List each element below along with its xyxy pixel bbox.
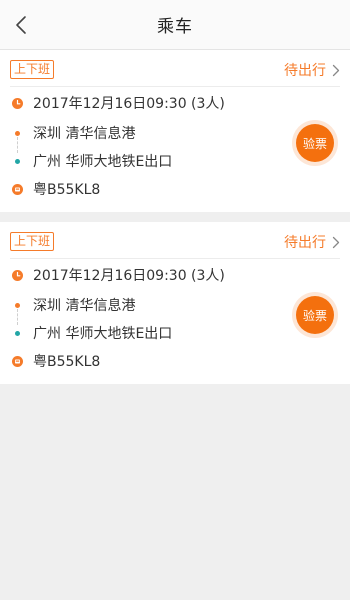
trip-type-tag: 上下班 xyxy=(10,60,55,79)
verify-ticket-button[interactable]: 验票 xyxy=(296,124,334,162)
chevron-right-icon xyxy=(332,64,340,76)
vehicle-plate-row: 粤B55KL8 xyxy=(12,351,100,371)
car-plate-icon xyxy=(12,355,23,367)
origin-row: 深圳 清华信息港 xyxy=(12,295,135,315)
license-plate: 粤B55KL8 xyxy=(33,354,101,370)
destination-location: 广州 华师大地铁E出口 xyxy=(33,154,173,170)
trip-type-tag: 上下班 xyxy=(10,232,55,251)
trip-status-link[interactable]: 待出行 xyxy=(284,232,340,252)
clock-icon xyxy=(12,269,23,281)
trip-card[interactable]: 上下班 待出行 2017年12月16日09:30 (3人) 深圳 清华信息港 广… xyxy=(0,50,350,212)
divider xyxy=(10,258,340,259)
trip-status-link[interactable]: 待出行 xyxy=(284,60,340,80)
trip-status-label: 待出行 xyxy=(284,235,326,251)
origin-dot-icon xyxy=(15,130,20,136)
departure-time-row: 2017年12月16日09:30 (3人) xyxy=(12,265,225,285)
departure-datetime: 2017年12月16日09:30 (3人) xyxy=(33,96,225,112)
verify-button-halo: 验票 xyxy=(292,292,338,338)
departure-time-row: 2017年12月16日09:30 (3人) xyxy=(12,93,225,113)
destination-row: 广州 华师大地铁E出口 xyxy=(12,151,172,171)
origin-dot-icon xyxy=(15,302,20,308)
vehicle-plate-row: 粤B55KL8 xyxy=(12,179,100,199)
origin-row: 深圳 清华信息港 xyxy=(12,123,135,143)
origin-location: 深圳 清华信息港 xyxy=(33,298,136,314)
divider xyxy=(10,86,340,87)
origin-location: 深圳 清华信息港 xyxy=(33,126,136,142)
destination-location: 广州 华师大地铁E出口 xyxy=(33,326,173,342)
trip-card-header: 上下班 待出行 xyxy=(0,50,350,86)
car-plate-icon xyxy=(12,183,23,195)
chevron-right-icon xyxy=(332,236,340,248)
back-button[interactable] xyxy=(4,8,38,42)
verify-button-halo: 验票 xyxy=(292,120,338,166)
destination-row: 广州 华师大地铁E出口 xyxy=(12,323,172,343)
verify-ticket-button[interactable]: 验票 xyxy=(296,296,334,334)
page-title: 乘车 xyxy=(157,17,193,37)
top-navigation-bar: 乘车 xyxy=(0,0,350,50)
trip-card-header: 上下班 待出行 xyxy=(0,222,350,258)
license-plate: 粤B55KL8 xyxy=(33,182,101,198)
destination-dot-icon xyxy=(15,330,20,336)
destination-dot-icon xyxy=(15,158,20,164)
departure-datetime: 2017年12月16日09:30 (3人) xyxy=(33,268,225,284)
trip-card[interactable]: 上下班 待出行 2017年12月16日09:30 (3人) 深圳 清华信息港 广… xyxy=(0,222,350,384)
trip-status-label: 待出行 xyxy=(284,63,326,79)
chevron-left-icon xyxy=(16,16,26,34)
clock-icon xyxy=(12,97,23,109)
